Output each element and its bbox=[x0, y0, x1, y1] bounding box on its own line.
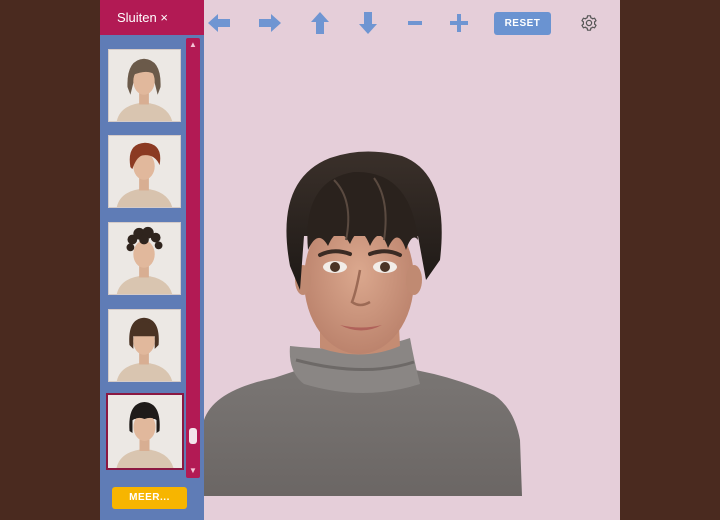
hairstyle-app: Sluiten × ▲ ▼ MEER... RESET bbox=[100, 0, 620, 520]
hairstyle-thumbnail-selected[interactable] bbox=[106, 393, 184, 470]
curly-hairstyle-image bbox=[109, 223, 180, 294]
arrow-up-icon[interactable] bbox=[307, 10, 333, 36]
gear-icon[interactable] bbox=[580, 14, 598, 32]
scroll-up-icon[interactable]: ▲ bbox=[186, 39, 200, 51]
hairstyle-thumbnail[interactable] bbox=[108, 222, 181, 295]
more-button[interactable]: MEER... bbox=[112, 487, 187, 509]
portrait-preview[interactable] bbox=[204, 140, 524, 496]
minus-icon[interactable] bbox=[402, 10, 428, 36]
bob-hairstyle-image bbox=[109, 50, 180, 121]
hairstyle-thumbnail[interactable] bbox=[108, 49, 181, 122]
hairstyle-thumbnail[interactable] bbox=[108, 309, 181, 382]
dark-short-bangs-hairstyle-image bbox=[108, 395, 182, 468]
thumbnail-scrollbar[interactable]: ▲ ▼ bbox=[186, 38, 200, 478]
scrollbar-thumb[interactable] bbox=[189, 428, 197, 444]
red-pixie-hairstyle-image bbox=[109, 136, 180, 207]
arrow-right-icon[interactable] bbox=[257, 10, 283, 36]
brown-bob-hairstyle-image bbox=[109, 310, 180, 381]
portrait-image bbox=[204, 151, 522, 496]
arrow-left-icon[interactable] bbox=[206, 10, 232, 36]
scroll-down-icon[interactable]: ▼ bbox=[186, 465, 200, 477]
plus-icon[interactable] bbox=[446, 10, 472, 36]
hairstyle-thumbnail[interactable] bbox=[108, 135, 181, 208]
arrow-down-icon[interactable] bbox=[355, 10, 381, 36]
close-sidebar-button[interactable]: Sluiten × bbox=[100, 0, 204, 35]
sidebar: Sluiten × ▲ ▼ MEER... bbox=[100, 0, 204, 520]
reset-button[interactable]: RESET bbox=[494, 12, 551, 35]
